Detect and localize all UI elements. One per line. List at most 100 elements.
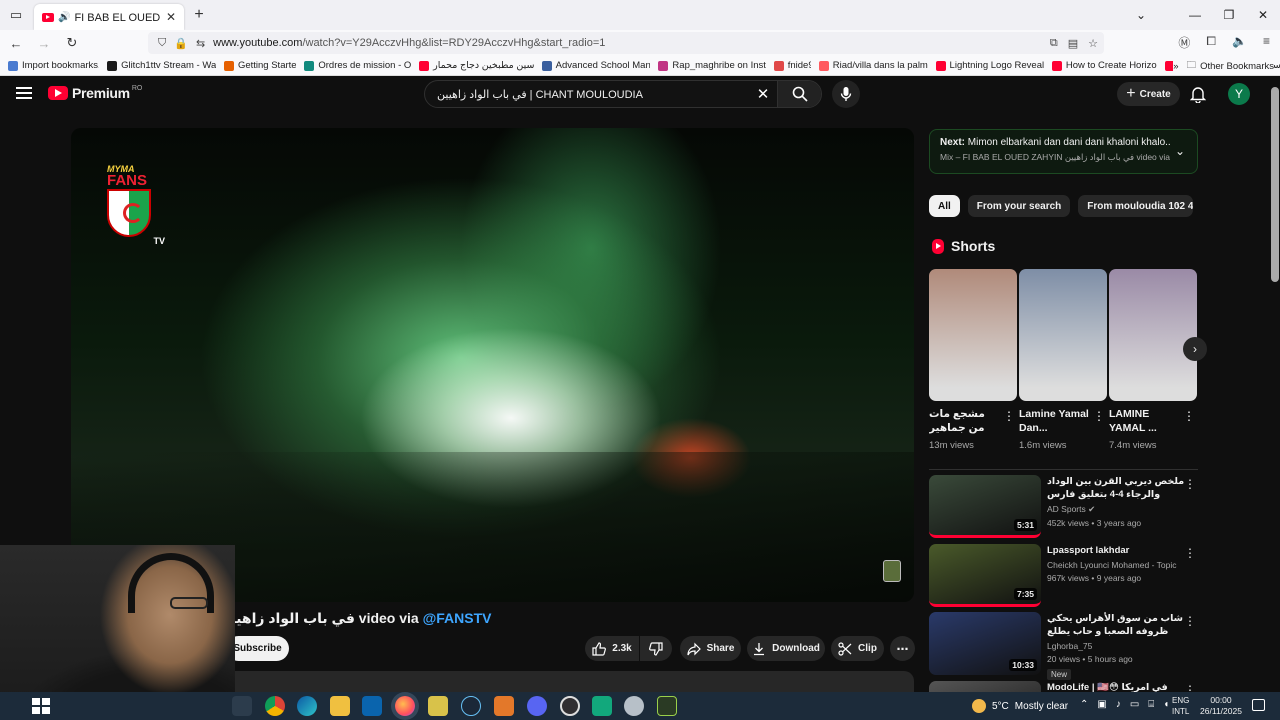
chips-next-chevron-icon[interactable]: › [1176,199,1180,213]
weather-widget[interactable]: 5°C Mostly clear [972,692,1068,720]
network-icon[interactable]: ⌸ [1148,699,1154,710]
app-obs-icon[interactable] [560,696,580,716]
short-thumbnail[interactable] [929,269,1017,401]
scrollbar-thumb[interactable] [1271,87,1279,282]
chip-all[interactable]: All [929,195,960,217]
clock[interactable]: 00:00 26/11/2025 [1200,695,1242,717]
notification-center-icon[interactable] [1252,699,1265,711]
app-discord-icon[interactable] [527,696,547,716]
bookmark-item[interactable]: Riad/villa dans la palm... [818,60,928,71]
forward-button[interactable]: → [32,36,56,51]
account-icon[interactable]: Ⓜ [1178,34,1190,51]
lock-icon[interactable]: 🔒 [174,37,188,50]
camera-icon[interactable]: ▣ [1097,699,1106,710]
mic-tray-icon[interactable]: ♪ [1116,699,1121,710]
volume-icon[interactable]: ◖ [1163,699,1169,710]
search-input[interactable]: في باب الواد زاهيين | CHANT MOULOUDIA [425,88,749,101]
firefox-icon[interactable] [395,696,415,716]
minimize-button[interactable]: — [1178,8,1212,22]
video-thumbnail[interactable]: 10:33 [929,612,1041,675]
bookmark-item[interactable]: Lightning Logo Reveal... [935,60,1044,71]
reader-icon[interactable]: ▤ [1068,37,1078,50]
extensions-icon[interactable]: ⧠ [1206,34,1216,51]
video-thumbnail[interactable]: 5:31 [929,475,1041,538]
more-vert-icon[interactable]: ⋮ [1184,614,1196,628]
more-vert-icon[interactable]: ⋮ [1093,409,1105,423]
more-vert-icon[interactable]: ⋮ [1184,546,1196,560]
shorts-next-button[interactable]: › [1183,337,1207,361]
chip-from-your-search[interactable]: From your search [967,195,1071,217]
steam-icon[interactable] [461,696,481,716]
display-icon[interactable]: ▭ [1130,699,1139,710]
menu-icon[interactable]: ≡ [1263,34,1270,51]
close-window-button[interactable]: ✕ [1246,8,1280,22]
audio-icon[interactable]: 🔈 [1232,34,1247,51]
more-actions-button[interactable]: ⋯ [890,636,915,661]
speaker-icon[interactable]: 🔊 [58,12,70,23]
related-video[interactable]: 7:35 Lpassport lakhdar Cheickh Lyounci Moh… [929,544,1198,608]
search-box[interactable]: في باب الواد زاهيين | CHANT MOULOUDIA ✕ [424,80,822,108]
create-button[interactable]: + Create [1117,82,1180,106]
bookmark-item[interactable]: How to Create Horizo... [1051,60,1157,71]
app-a-icon[interactable] [494,696,514,716]
chrome-icon[interactable] [265,696,285,716]
short-card[interactable]: Lamine Yamal Dan... 1.6m views ⋮ [1019,269,1107,451]
tab-list-icon[interactable]: ▭ [0,0,32,30]
playlist-up-next-panel[interactable]: Next: Mimon elbarkani dan dani dani khal… [929,129,1198,174]
avatar[interactable]: Y [1228,83,1250,105]
outlook-icon[interactable] [362,696,382,716]
related-video[interactable]: 5:31 ملخص ديربي القرن بين الوداد والرجاء … [929,475,1198,539]
youtube-logo[interactable]: Premium RO [48,85,142,101]
clip-button[interactable]: Clip [831,636,884,661]
short-card[interactable]: مشجع مات من جماهير الوداد ❤️ 13m views ⋮ [929,269,1017,451]
edge-icon[interactable] [297,696,317,716]
chevron-up-icon[interactable]: ⌃ [1080,699,1088,710]
like-button[interactable]: 2.3k [585,636,639,661]
permissions-icon[interactable]: ⇆ [196,37,205,50]
language-indicator[interactable]: ENG INTL [1172,695,1189,717]
shield-icon[interactable]: ⛉ [158,37,166,50]
close-tab-icon[interactable]: ✕ [166,10,176,24]
channel-mention-link[interactable]: @FANSTV [423,610,492,626]
maximize-button[interactable]: ❐ [1212,8,1246,22]
other-bookmarks[interactable]: » 🗀 Other Bookmarks [1173,56,1274,75]
bookmark-star-icon[interactable]: ☆ [1088,37,1098,50]
pip-icon[interactable]: ⧉ [1050,37,1058,50]
subscribe-button[interactable]: Subscribe [226,636,289,661]
notifications-bell-icon[interactable] [1189,85,1207,106]
bookmark-item[interactable]: سين مطبخين دجاج محمار... [419,60,534,71]
more-vert-icon[interactable]: ⋮ [1003,409,1015,423]
url-bar[interactable]: ⛉ 🔒 ⇆ www.youtube.com/watch?v=Y29AcczvHh… [148,32,1104,54]
browser-tab-active[interactable]: 🔊 FI BAB EL OUED ZAHYIN في ✕ [34,4,184,30]
more-vert-icon[interactable]: ⋮ [1183,409,1195,423]
page-scrollbar[interactable] [1270,77,1280,720]
bookmark-item[interactable]: Ordres de mission - O... [304,60,411,71]
bookmark-item[interactable]: Import bookmarks... [8,60,99,71]
bookmark-item[interactable]: Rap_maghribe on Inst... [658,60,766,71]
voice-search-button[interactable] [832,80,860,108]
bookmark-item[interactable]: Glitch1ttv Stream - Wa... [107,60,216,71]
short-thumbnail[interactable] [1109,269,1197,401]
bookmark-item[interactable]: Advanced School Man... [541,60,650,71]
branding-watermark-icon[interactable] [883,560,901,582]
short-card[interactable]: LAMINE YAMAL ... 7.4m views ⋮ [1109,269,1197,451]
list-all-tabs-icon[interactable]: ⌄ [1124,8,1158,22]
bookmark-item[interactable]: fnide9 [773,60,811,71]
bookmark-item[interactable]: Getting Started [223,60,296,71]
clear-search-icon[interactable]: ✕ [749,85,777,103]
search-button[interactable] [777,81,821,107]
task-view-icon[interactable] [232,696,252,716]
related-video[interactable]: 10:33 شاب من سوق الأهراس يحكي ظروفه الصعب… [929,612,1198,680]
chevron-down-icon[interactable]: ⌄ [1175,144,1185,158]
short-thumbnail[interactable] [1019,269,1107,401]
download-button[interactable]: Download [747,636,825,661]
start-button[interactable] [32,698,50,714]
new-tab-button[interactable]: + [184,0,214,30]
video-thumbnail[interactable]: 7:35 [929,544,1041,607]
app-gray-icon[interactable] [624,696,644,716]
reload-button[interactable]: ↻ [60,35,84,51]
back-button[interactable]: ← [4,36,28,51]
share-button[interactable]: Share [680,636,741,661]
app-green-icon[interactable] [592,696,612,716]
more-vert-icon[interactable]: ⋮ [1184,477,1196,491]
